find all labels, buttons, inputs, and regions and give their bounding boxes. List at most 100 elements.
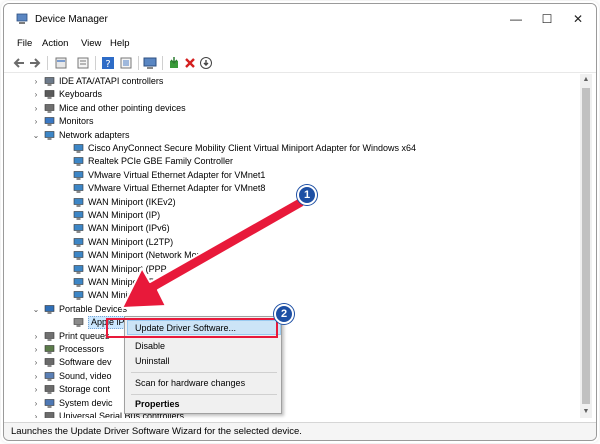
tree-item-label: WAN Miniport (PPP [88, 263, 167, 274]
ide-controller-icon [44, 76, 55, 87]
tree-item-label: Cisco AnyConnect Secure Mobility Client … [88, 143, 416, 153]
tree-item[interactable]: WAN Miniport (Network Monito [5, 249, 575, 262]
forward-icon[interactable] [28, 56, 42, 70]
sound-icon [44, 371, 55, 382]
expand-chevron-icon[interactable]: › [31, 102, 41, 115]
expand-chevron-icon[interactable]: › [31, 397, 41, 410]
properties-sheet-icon[interactable] [54, 56, 68, 70]
view-icon[interactable] [119, 56, 133, 70]
scan-hardware-icon[interactable] [143, 56, 157, 70]
printer-icon [44, 331, 55, 342]
expand-chevron-icon[interactable]: › [31, 88, 41, 101]
tree-item-label: WAN Miniport (IP) [88, 210, 161, 220]
tree-item-label: WAN Miniport ( [88, 290, 149, 301]
minimize-button[interactable]: — [501, 9, 531, 29]
tree-item[interactable]: VMware Virtual Ethernet Adapter for VMne… [5, 182, 575, 195]
tree-item-label: Keyboards [59, 89, 103, 100]
tree-item[interactable]: › IDE ATA/ATAPI controllers [5, 75, 575, 88]
tree-item[interactable]: › Keyboards [5, 88, 575, 101]
update-driver-icon[interactable] [167, 56, 181, 70]
menu-bar: File Action View Help [4, 35, 596, 53]
tree-item[interactable]: › Print queues [5, 330, 575, 343]
tree-item[interactable]: WAN Miniport (L2TP) [5, 236, 575, 249]
maximize-button[interactable]: ☐ [532, 9, 562, 29]
step-1-badge: 1 [297, 185, 317, 205]
network-adapter-icon [44, 130, 55, 141]
tree-item-label: Storage cont [59, 384, 111, 395]
network-adapter-icon [73, 223, 84, 234]
context-menu-divider [131, 394, 277, 395]
expand-chevron-icon[interactable]: › [31, 75, 41, 88]
tree-item-label: WAN Miniport (IPv6) [88, 223, 170, 234]
uninstall-menu-item[interactable]: Uninstall [135, 356, 170, 366]
expand-chevron-icon[interactable]: › [31, 343, 41, 356]
toolbar-divider [138, 56, 139, 70]
tree-item[interactable]: WAN Miniport (PPP [5, 263, 575, 276]
tree-item-label: Mice and other pointing devices [59, 102, 186, 113]
device-tree: › IDE ATA/ATAPI controllers › Keyboards › Mic… [5, 74, 575, 418]
toolbar-divider [47, 56, 48, 70]
tree-item[interactable]: WAN Miniport (IP) [5, 209, 575, 222]
status-bar: Launches the Update Driver Software Wiza… [4, 422, 596, 440]
network-adapter-icon [73, 156, 84, 167]
tree-item-label: Processors [59, 344, 105, 354]
vertical-scrollbar[interactable]: ▲ ▼ [580, 74, 592, 418]
scrollbar-thumb[interactable] [582, 88, 590, 404]
tree-item[interactable]: › Storage cont [5, 383, 575, 396]
tree-item[interactable]: WAN Miniport (IPv6) [5, 222, 575, 235]
usb-icon [44, 411, 55, 418]
scroll-down-icon[interactable]: ▼ [580, 406, 592, 418]
expand-chevron-icon[interactable]: › [31, 383, 41, 396]
tree-item[interactable]: › Software dev [5, 356, 575, 369]
tree-item[interactable]: › System devic [5, 397, 575, 410]
tree-item-label: Sound, video [59, 370, 112, 381]
tree-item[interactable]: Realtek PCIe GBE Family Controller [5, 155, 575, 168]
collapse-chevron-icon[interactable]: ⌄ [31, 303, 41, 316]
tree-item-label: IDE ATA/ATAPI controllers [59, 76, 164, 86]
disable-menu-item[interactable]: Disable [135, 341, 165, 351]
collapse-chevron-icon[interactable]: ⌄ [31, 129, 41, 142]
tree-item-label: Network adapters [59, 129, 130, 140]
tree-item[interactable]: VMware Virtual Ethernet Adapter for VMne… [5, 169, 575, 182]
scan-hardware-menu-item[interactable]: Scan for hardware changes [135, 378, 245, 388]
menu-file[interactable]: File [17, 38, 32, 49]
tree-item[interactable]: WAN Miniport (IKEv2) [5, 196, 575, 209]
tree-item[interactable]: WAN Miniport (PP [5, 276, 575, 289]
network-adapter-icon [73, 250, 84, 261]
tree-item-label: WAN Miniport (Network Monito [88, 250, 212, 261]
show-hide-tree-icon[interactable] [76, 56, 90, 70]
tree-item[interactable]: ⌄ Network adapters [5, 129, 575, 142]
properties-menu-item[interactable]: Properties [135, 399, 180, 409]
back-icon[interactable] [12, 56, 26, 70]
tree-item[interactable]: › Monitors [5, 115, 575, 128]
tree-item[interactable]: › Processors [5, 343, 575, 356]
menu-action[interactable]: Action [42, 38, 68, 49]
menu-view[interactable]: View [81, 38, 101, 49]
keyboard-icon [44, 89, 55, 100]
tree-item[interactable]: › Sound, video [5, 370, 575, 383]
uninstall-icon[interactable] [183, 56, 197, 70]
network-adapter-icon [73, 183, 84, 194]
tree-item[interactable]: › Universal Serial Bus controllers [5, 410, 575, 418]
scroll-up-icon[interactable]: ▲ [580, 74, 592, 86]
menu-help[interactable]: Help [110, 38, 130, 49]
tree-item[interactable]: › Mice and other pointing devices [5, 102, 575, 115]
expand-chevron-icon[interactable]: › [31, 330, 41, 343]
device-manager-app-icon [16, 13, 28, 24]
tree-item-label: Software dev [59, 357, 112, 368]
tree-item[interactable]: Cisco AnyConnect Secure Mobility Client … [5, 142, 575, 155]
tree-item[interactable]: WAN Miniport ( [5, 289, 575, 302]
expand-chevron-icon[interactable]: › [31, 115, 41, 128]
device-manager-window: Device Manager — ☐ ✕ File Action View He… [3, 3, 597, 441]
software-device-icon [44, 357, 55, 368]
help-icon[interactable]: ? [101, 56, 115, 70]
expand-chevron-icon[interactable]: › [31, 410, 41, 418]
expand-chevron-icon[interactable]: › [31, 356, 41, 369]
monitor-icon [44, 116, 55, 127]
disable-icon[interactable] [199, 56, 213, 70]
network-adapter-icon [73, 197, 84, 208]
tree-item-label: WAN Miniport (IKEv2) [88, 196, 176, 207]
tree-item-label: VMware Virtual Ethernet Adapter for VMne… [88, 169, 266, 180]
close-button[interactable]: ✕ [563, 9, 593, 29]
expand-chevron-icon[interactable]: › [31, 370, 41, 383]
